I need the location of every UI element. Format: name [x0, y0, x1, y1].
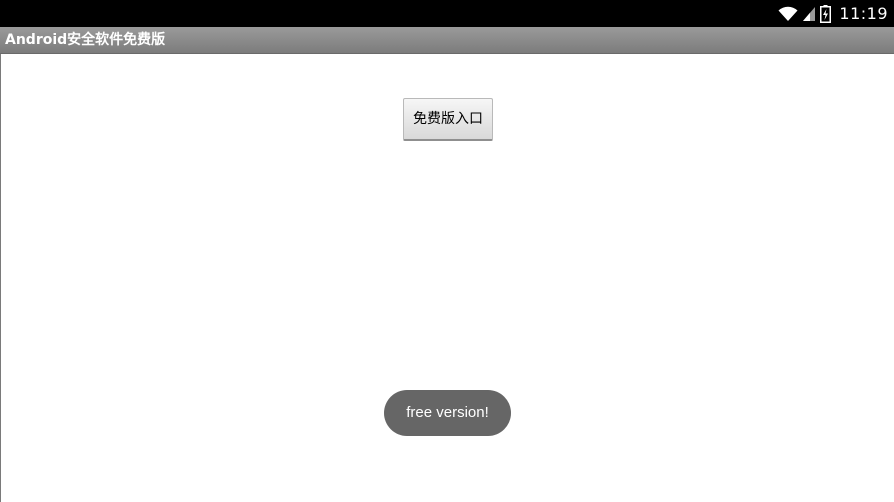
battery-charging-icon	[820, 4, 832, 23]
action-bar: Android安全软件免费版	[0, 27, 894, 54]
device-screen: 11:19 Android安全软件免费版 免费版入口 free version!	[0, 0, 894, 502]
status-clock: 11:19	[839, 4, 888, 23]
app-title: Android安全软件免费版	[5, 32, 166, 48]
free-version-entry-button[interactable]: 免费版入口	[403, 98, 493, 141]
status-icons: 11:19	[778, 0, 888, 27]
signal-icon	[802, 6, 816, 22]
toast-message: free version!	[384, 390, 511, 436]
status-bar: 11:19	[0, 0, 894, 27]
wifi-icon	[778, 6, 798, 22]
